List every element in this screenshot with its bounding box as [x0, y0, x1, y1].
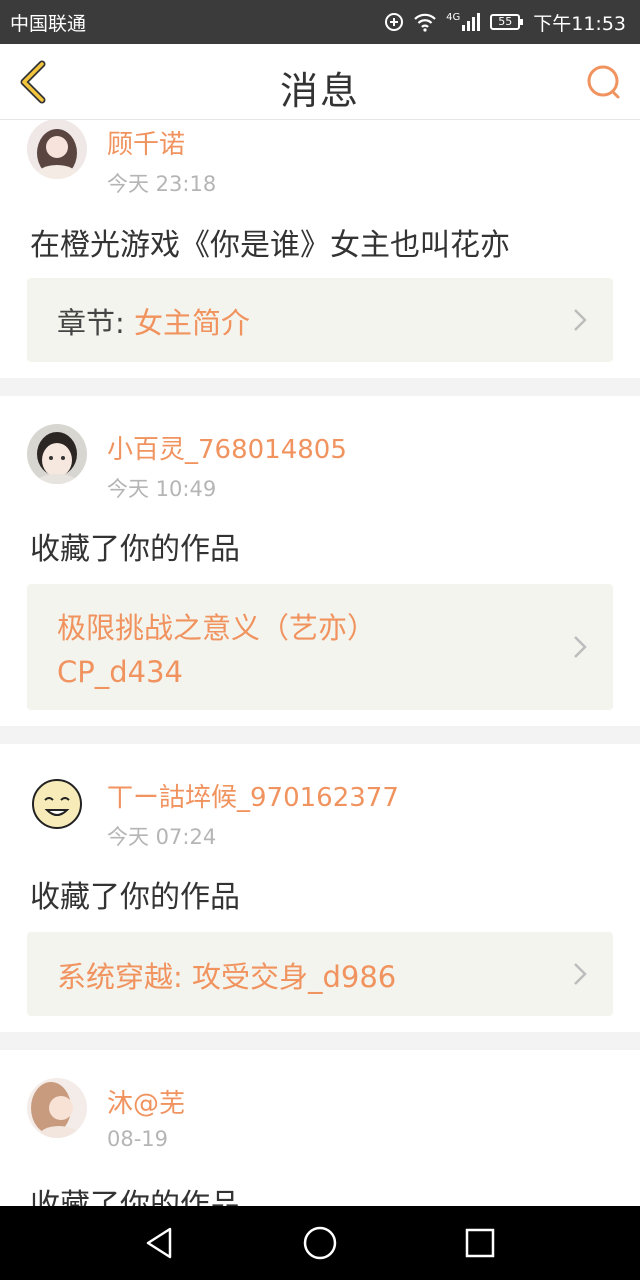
ref-prefix: 章节: — [57, 306, 125, 340]
ref-line: CP_d434 — [57, 655, 183, 689]
circle-home-icon — [303, 1226, 337, 1260]
battery-icon: 55 — [490, 14, 524, 30]
message-card: 沐@芜 08-19 收藏了你的作品 — [0, 1050, 640, 1206]
separator — [0, 726, 640, 744]
ref-line: 章节: 女主简介 — [57, 300, 543, 342]
avatar[interactable] — [27, 424, 87, 484]
battery-level: 55 — [498, 15, 513, 28]
work-link[interactable]: 极限挑战之意义（艺亦） CP_d434 — [27, 584, 613, 710]
message-list[interactable]: 顾千诺 今天 23:18 在橙光游戏《你是谁》女主也叫花亦 章节: 女主简介 小… — [0, 120, 640, 1206]
data-saver-icon — [384, 12, 404, 32]
sender-name[interactable]: 丅ー詁埣候_970162377 — [107, 777, 399, 814]
signal-indicator: 4G — [446, 13, 481, 31]
message-time: 今天 07:24 — [107, 825, 217, 849]
avatar[interactable] — [27, 120, 87, 179]
work-link[interactable]: 系统穿越: 攻受交身_d986 — [27, 932, 613, 1016]
message-text: 收藏了你的作品 — [30, 1188, 240, 1206]
sender-name[interactable]: 沐@芜 — [107, 1083, 185, 1120]
message-time: 08-19 — [107, 1127, 169, 1151]
app-header: 消息 — [0, 44, 640, 120]
system-nav-bar — [0, 1206, 640, 1280]
carrier-label: 中国联通 — [10, 12, 87, 35]
message-card: 顾千诺 今天 23:18 在橙光游戏《你是谁》女主也叫花亦 章节: 女主简介 — [0, 120, 640, 378]
clock: 下午11:53 — [533, 12, 626, 35]
avatar[interactable] — [27, 1078, 87, 1138]
message-text: 收藏了你的作品 — [30, 532, 240, 567]
nav-back-button[interactable] — [140, 1223, 180, 1263]
ref-title: 女主简介 — [134, 306, 251, 340]
signal-icon — [462, 13, 481, 31]
message-time: 今天 10:49 — [107, 477, 217, 501]
message-text: 在橙光游戏《你是谁》女主也叫花亦 — [30, 228, 510, 263]
status-bar: 中国联通 4G 55 下午11:53 — [0, 0, 640, 44]
separator — [0, 1032, 640, 1050]
status-icons: 4G 55 下午11:53 — [384, 9, 626, 36]
nav-recents-button[interactable] — [460, 1223, 500, 1263]
message-text: 收藏了你的作品 — [30, 880, 240, 915]
network-type: 4G — [446, 12, 461, 23]
separator — [0, 378, 640, 396]
sender-name[interactable]: 顾千诺 — [107, 124, 185, 161]
avatar[interactable] — [27, 772, 87, 832]
chevron-right-icon — [574, 309, 587, 331]
page-title: 消息 — [279, 69, 360, 113]
square-recents-icon — [465, 1228, 495, 1258]
search-icon — [587, 65, 620, 99]
triangle-back-icon — [146, 1227, 172, 1259]
message-time: 今天 23:18 — [107, 172, 217, 196]
wifi-icon — [413, 12, 437, 32]
sender-name[interactable]: 小百灵_768014805 — [107, 429, 347, 466]
nav-home-button[interactable] — [300, 1223, 340, 1263]
work-link[interactable]: 章节: 女主简介 — [27, 278, 613, 362]
chevron-right-icon — [574, 963, 587, 985]
search-button[interactable] — [584, 62, 624, 102]
ref-line: 系统穿越: 攻受交身_d986 — [57, 960, 397, 994]
message-card: 丅ー詁埣候_970162377 今天 07:24 收藏了你的作品 系统穿越: 攻… — [0, 744, 640, 1032]
ref-line: 极限挑战之意义（艺亦） — [57, 611, 377, 645]
message-card: 小百灵_768014805 今天 10:49 收藏了你的作品 极限挑战之意义（艺… — [0, 396, 640, 726]
chevron-right-icon — [574, 636, 587, 658]
